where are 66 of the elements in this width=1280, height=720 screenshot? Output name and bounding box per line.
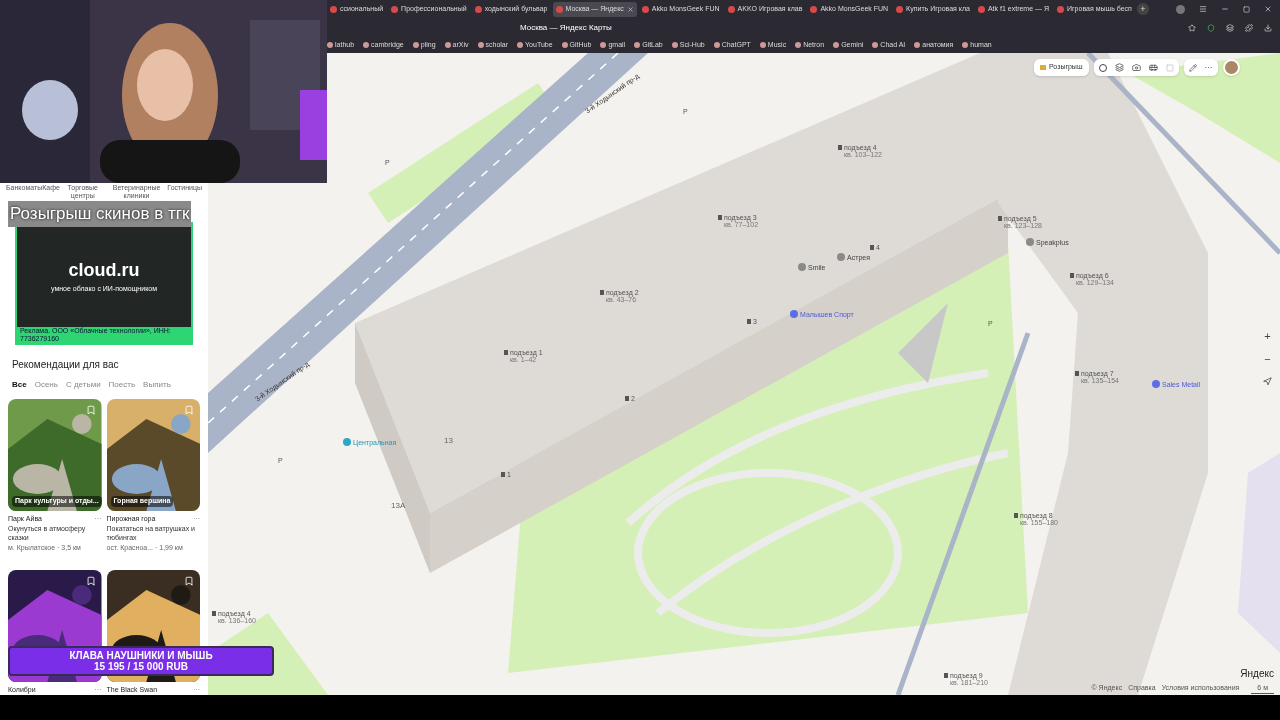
- entrance-icon: [504, 350, 508, 355]
- ad-brand: cloud.ru: [68, 258, 140, 282]
- entrance-icon: [1014, 513, 1018, 518]
- entrance-icon: [212, 611, 216, 616]
- extensions-icon[interactable]: [1245, 23, 1253, 32]
- ruler-icon[interactable]: [1188, 63, 1197, 72]
- bus-stop-icon[interactable]: [343, 438, 351, 446]
- entrance-icon: [870, 245, 874, 250]
- entrance-icon: [747, 319, 751, 324]
- entrance-icon: [1075, 371, 1079, 376]
- place-icon[interactable]: [837, 253, 845, 261]
- zoom-out-button[interactable]: −: [1264, 350, 1271, 367]
- site-icon: [330, 5, 337, 13]
- maximize-icon[interactable]: [1243, 5, 1250, 13]
- close-icon[interactable]: [1264, 5, 1272, 13]
- menu-icon[interactable]: [1199, 5, 1207, 13]
- stream-overlay-text: Розыгрыш скинов в тгк: [8, 201, 192, 227]
- layers-icon[interactable]: [1226, 23, 1234, 32]
- bus-icon[interactable]: [1148, 63, 1158, 72]
- filter-chip[interactable]: Поесть: [108, 378, 136, 391]
- site-icon: [641, 5, 649, 13]
- map-logo: Яндекс: [1240, 667, 1274, 681]
- filter-chip[interactable]: Осень: [34, 378, 58, 391]
- camera-icon[interactable]: [1131, 63, 1141, 72]
- site-icon: [474, 5, 482, 13]
- zoom-in-button[interactable]: +: [1264, 328, 1271, 345]
- place-icon[interactable]: [798, 263, 806, 271]
- place-icon[interactable]: [1152, 380, 1160, 388]
- filter-chip[interactable]: Выпить: [143, 378, 171, 391]
- site-icon: [896, 5, 904, 13]
- close-icon[interactable]: [626, 5, 634, 13]
- entrance-icon: [944, 673, 948, 678]
- download-icon[interactable]: [1264, 23, 1272, 32]
- house-number: 13: [444, 437, 453, 445]
- place-icon[interactable]: [790, 310, 798, 318]
- shield-icon[interactable]: [1207, 23, 1215, 32]
- page-title: Москва — Яндекс Карты: [520, 21, 612, 34]
- filter-chip[interactable]: Все: [12, 378, 27, 391]
- entrance-icon: [998, 216, 1002, 221]
- bookmark-icon[interactable]: [85, 575, 96, 586]
- place-icon[interactable]: [1026, 238, 1034, 246]
- bookmark-star-icon[interactable]: [1188, 23, 1196, 32]
- entrance-icon: [718, 215, 722, 220]
- filter-chip[interactable]: С детьми: [65, 378, 101, 391]
- entrance-icon: [600, 290, 604, 295]
- goal-amount: 15 195 / 15 000 RUB: [94, 661, 188, 672]
- entrance-icon: [838, 145, 842, 150]
- section-title: Рекомендации для вас: [12, 357, 120, 372]
- bookmark-icon[interactable]: [184, 575, 194, 586]
- site-icon: [977, 5, 985, 13]
- site-icon: [727, 5, 735, 13]
- entrance-icon: [1070, 273, 1074, 278]
- site-icon: [810, 5, 818, 13]
- goal-title: КЛАВА НАУШНИКИ И МЫШЬ: [69, 650, 213, 661]
- new-tab-button[interactable]: +: [1136, 3, 1149, 15]
- entrance-icon: [501, 472, 505, 477]
- more-button[interactable]: ···: [1204, 61, 1213, 74]
- minimize-icon[interactable]: [1221, 5, 1229, 13]
- site-icon: [1057, 5, 1065, 13]
- profile-avatar[interactable]: [1176, 4, 1185, 14]
- site-icon: [391, 5, 399, 13]
- house-number: 13А: [391, 502, 406, 510]
- site-icon: [555, 5, 563, 13]
- entrance-icon: [625, 396, 629, 401]
- layers-icon[interactable]: [1114, 63, 1124, 72]
- location-icon[interactable]: [1263, 377, 1272, 386]
